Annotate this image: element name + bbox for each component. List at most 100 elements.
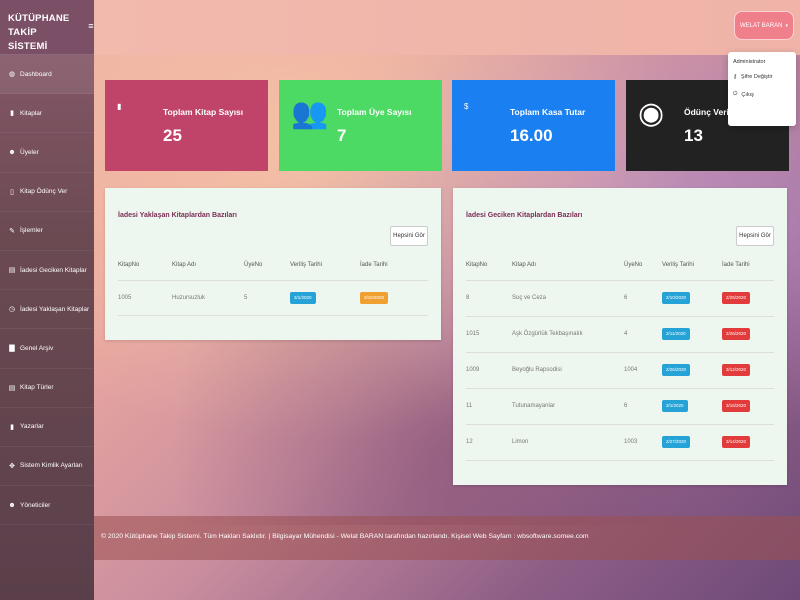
return-date-badge: 2/25/2020 bbox=[722, 292, 751, 304]
table-row: 1009 Beyoğlu Rapsodisi 1004 2/26/2020 3/12/2… bbox=[466, 352, 774, 389]
sidebar-item-5[interactable]: ▤ İadesi Geciken Kitaplar bbox=[0, 251, 94, 291]
footer: © 2020 Kütüphane Takip Sistemi. Tüm Hakl… bbox=[94, 516, 800, 560]
logout-label: Çıkış bbox=[741, 91, 754, 98]
cell-given: 2/26/2020 bbox=[662, 352, 722, 389]
cell-no: 1005 bbox=[118, 280, 172, 316]
given-date-badge: 2/11/2020 bbox=[662, 328, 690, 340]
caret-down-icon: ▾ bbox=[785, 22, 788, 29]
clock-icon: ◷ bbox=[8, 306, 16, 314]
sidebar-item-2[interactable]: ☻ Üyeler bbox=[0, 133, 94, 173]
sidebar-item-label: Dashboard bbox=[20, 70, 52, 78]
category-icon: ▤ bbox=[8, 384, 16, 392]
return-date-badge: 2/26/2020 bbox=[722, 328, 751, 340]
given-date-badge: 2/26/2020 bbox=[662, 364, 691, 376]
change-password-label: Şifre Değiştir bbox=[741, 74, 773, 80]
stat-value: 25 bbox=[163, 126, 182, 145]
cell-given: 3/1/2020 bbox=[290, 280, 360, 316]
cell-no: 1015 bbox=[466, 316, 512, 353]
cell-member: 1004 bbox=[624, 352, 662, 389]
table-row: 8 Suç ve Ceza 6 2/10/2020 2/25/2020 bbox=[466, 280, 774, 317]
column-header: ÜyeNo bbox=[624, 250, 662, 281]
sidebar-item-4[interactable]: ✎ İşlemler bbox=[0, 212, 94, 251]
cell-name: Beyoğlu Rapsodisi bbox=[512, 352, 624, 389]
sidebar-item-label: İadesi Yaklaşan Kitaplar bbox=[20, 305, 90, 313]
logout-item[interactable]: ⏻ Çıkış bbox=[733, 91, 791, 98]
upcoming-panel-title: İadesi Yaklaşan Kitaplardan Bazıları bbox=[118, 212, 237, 219]
cell-name: Aşk Özgürlük Tekbaşınalık bbox=[512, 316, 624, 353]
sidebar-nav: ◍ Dashboard ▮ Kitaplar ☻ Üyeler ▯ Kitap Ödünç V… bbox=[0, 55, 94, 526]
settings-icon: ✥ bbox=[9, 462, 15, 470]
sidebar: KÜTÜPHANE TAKİP SİSTEMİ ≡ ◍ Dashboard ▮ Kit… bbox=[0, 0, 96, 600]
cell-member: 4 bbox=[624, 316, 662, 353]
stat-value: 7 bbox=[337, 126, 347, 145]
column-header: Veriliş Tarihi bbox=[290, 250, 360, 281]
sidebar-item-label: Yazarlar bbox=[20, 423, 44, 431]
cell-name: Tutunamayanlar bbox=[512, 388, 624, 425]
sidebar-item-label: Genel Arşiv bbox=[20, 344, 54, 352]
cell-no: 8 bbox=[466, 280, 512, 317]
given-date-badge: 3/1/2020 bbox=[290, 291, 316, 304]
return-date-badge: 3/14/2020 bbox=[722, 436, 751, 448]
cell-return: 3/14/2020 bbox=[722, 424, 774, 461]
table-row: 12 Limon 1003 2/27/2020 3/14/2020 bbox=[466, 424, 774, 461]
cell-given: 2/27/2020 bbox=[662, 424, 722, 461]
given-date-badge: 2/10/2020 bbox=[662, 292, 691, 304]
sidebar-item-8[interactable]: ▤ Kitap Türler bbox=[0, 369, 94, 408]
column-header: KitapNo bbox=[466, 250, 512, 281]
sidebar-item-label: Kitaplar bbox=[20, 109, 43, 117]
table-row: 1015 Aşk Özgürlük Tekbaşınalık 4 2/11/2020 2… bbox=[466, 316, 774, 353]
sidebar-item-0[interactable]: ◍ Dashboard bbox=[0, 55, 94, 95]
stat-value: 13 bbox=[684, 126, 703, 145]
admins-icon: ☻ bbox=[8, 501, 16, 509]
cell-name: Limon bbox=[512, 424, 624, 461]
sidebar-item-9[interactable]: ▮ Yazarlar bbox=[0, 408, 94, 447]
sidebar-item-1[interactable]: ▮ Kitaplar bbox=[0, 94, 94, 134]
column-header: Kitap Adı bbox=[512, 250, 624, 281]
money-icon: $ bbox=[464, 102, 469, 111]
sidebar-item-6[interactable]: ◷ İadesi Yaklaşan Kitaplar bbox=[0, 290, 94, 330]
user-dropdown: Administrator ⚷ Şifre Değiştir ⏻ Çıkış bbox=[728, 52, 796, 126]
sidebar-item-3[interactable]: ▯ Kitap Ödünç Ver bbox=[0, 173, 94, 212]
late-returns-panel: İadesi Geciken Kitaplardan Bazıları Heps… bbox=[453, 188, 787, 485]
cell-given: 2/10/2020 bbox=[662, 280, 722, 317]
brand-title-line1: KÜTÜPHANE TAKİP bbox=[8, 13, 70, 38]
upcoming-see-all-button[interactable]: Hepsini Gör bbox=[390, 226, 428, 246]
late-see-all-button[interactable]: Hepsini Gör bbox=[736, 226, 774, 246]
sidebar-item-10[interactable]: ✥ Sistem Kimlik Ayarları bbox=[0, 447, 94, 487]
user-name: WELAT BARAN bbox=[740, 22, 783, 29]
archive-icon: ▇ bbox=[9, 345, 15, 353]
late-book-icon: ▤ bbox=[8, 267, 16, 275]
cell-no: 1009 bbox=[466, 352, 512, 389]
users-icon: 👥 bbox=[291, 97, 329, 130]
top-header: WELAT BARAN ▾ bbox=[94, 0, 800, 55]
sidebar-item-label: İadesi Geciken Kitaplar bbox=[20, 266, 87, 274]
book-icon: ▮ bbox=[10, 110, 14, 118]
upcoming-returns-panel: İadesi Yaklaşan Kitaplardan Bazıları Hep… bbox=[105, 188, 441, 340]
cell-return: 3/16/2020 bbox=[360, 280, 428, 316]
cell-name: Suç ve Ceza bbox=[512, 280, 624, 317]
users-icon: ☻ bbox=[8, 148, 16, 156]
user-menu-button[interactable]: WELAT BARAN ▾ bbox=[734, 11, 794, 40]
sidebar-item-11[interactable]: ☻ Yöneticiler bbox=[0, 486, 94, 526]
change-password-item[interactable]: ⚷ Şifre Değiştir bbox=[733, 74, 791, 80]
return-date-badge: 3/16/2020 bbox=[722, 400, 751, 412]
stat-card-1: 👥 Toplam Üye Sayısı 7 bbox=[279, 80, 442, 171]
pencil-icon: ✎ bbox=[9, 227, 15, 235]
given-date-badge: 3/1/2020 bbox=[662, 400, 688, 412]
cell-name: Huzursuzluk bbox=[172, 280, 244, 316]
sidebar-item-label: İşlemler bbox=[20, 227, 43, 235]
lend-icon: ▯ bbox=[10, 188, 14, 196]
logout-icon: ⏻ bbox=[733, 91, 738, 97]
book-icon: ▮ bbox=[117, 102, 122, 111]
column-header: ÜyeNo bbox=[244, 250, 290, 281]
upcoming-table: KitapNo Kitap Adı ÜyeNo Veriliş Tarihi İade … bbox=[118, 250, 428, 316]
cell-no: 12 bbox=[466, 424, 512, 461]
stat-title: Toplam Kitap Sayısı bbox=[163, 107, 244, 117]
column-header: Kitap Adı bbox=[172, 250, 244, 281]
column-header: KitapNo bbox=[118, 250, 172, 281]
cell-return: 2/25/2020 bbox=[722, 280, 774, 317]
late-panel-title: İadesi Geciken Kitaplardan Bazıları bbox=[466, 212, 583, 219]
cell-given: 2/11/2020 bbox=[662, 316, 722, 353]
sidebar-item-7[interactable]: ▇ Genel Arşiv bbox=[0, 329, 94, 369]
cell-no: 11 bbox=[466, 388, 512, 425]
